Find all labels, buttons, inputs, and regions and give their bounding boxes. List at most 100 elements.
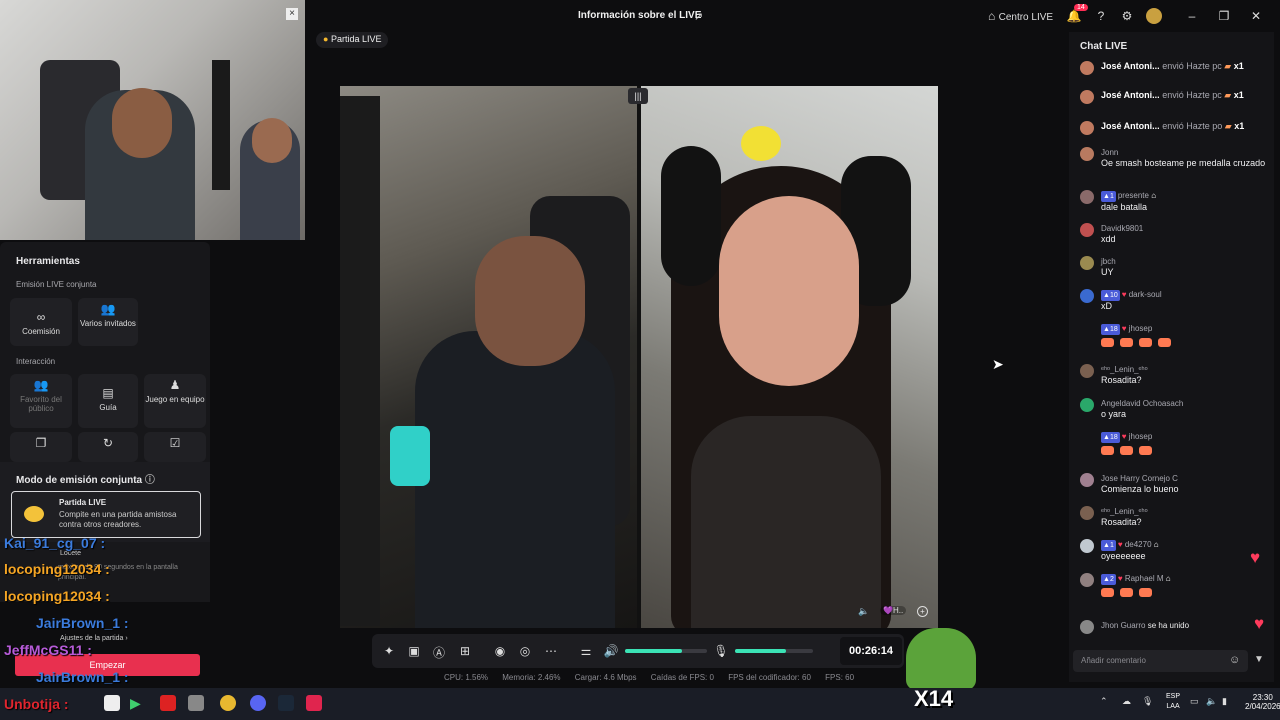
emoji-icon[interactable]: ☺ xyxy=(1229,654,1240,666)
juego-equipo-button[interactable]: ♟ Juego en equipo xyxy=(144,374,206,428)
chat-message[interactable]: ▲10 ♥ dark-soul xD xyxy=(1080,289,1270,312)
favorito-button[interactable]: 👥 Favorito del público xyxy=(10,374,72,428)
section-coemission: Emisión LIVE conjunta xyxy=(16,280,97,289)
settings-sliders-icon[interactable]: ⚌ xyxy=(578,644,594,658)
restore-icon[interactable]: ❐ xyxy=(1216,8,1232,24)
avatar xyxy=(1080,539,1094,553)
sticker-count: X14 xyxy=(914,686,954,711)
tool-more-3[interactable]: ☑ xyxy=(144,432,206,462)
volume-icon[interactable]: 🔊 xyxy=(603,644,619,658)
chat-text: dale batalla xyxy=(1101,202,1148,212)
chat-message[interactable]: Jose Harry Cornejo C Comienza lo bueno xyxy=(1080,473,1270,495)
tool-more-2[interactable]: ↻ xyxy=(78,432,138,462)
modo-heading-text: Modo de emisión conjunta xyxy=(16,475,143,486)
layout-icon[interactable]: ⊞ xyxy=(457,644,473,658)
stat-fps: FPS: 60 xyxy=(825,673,855,682)
partida-live-badge: ● Partida LIVE xyxy=(316,32,389,48)
juego-equipo-label: Juego en equipo xyxy=(145,395,205,404)
share-icon[interactable]: ↗ xyxy=(694,10,703,23)
magic-icon[interactable]: ✦ xyxy=(381,644,397,658)
discord-icon[interactable] xyxy=(250,695,266,711)
chat-message[interactable]: ▲2 ♥ Raphael M ⌂ xyxy=(1080,573,1270,600)
chat-message[interactable]: Angeldavid Ochoasach o yara xyxy=(1080,398,1270,420)
mic-tray-icon[interactable]: 🎙 xyxy=(1142,696,1153,707)
volume-fill xyxy=(625,649,683,653)
avatar xyxy=(1080,256,1094,270)
ajustes-link[interactable]: Ajustes de la partida › xyxy=(60,635,128,642)
window-title[interactable]: Información sobre el LIVE xyxy=(578,10,701,21)
partida-desc: Compite en una partida amistosa contra o… xyxy=(59,510,177,529)
tiktok-live-icon[interactable] xyxy=(306,695,322,711)
chat-message[interactable]: ᵉʰᵒ_Lenin_ᵉʰᵒ Rosadita? xyxy=(1080,506,1270,528)
close-window-icon[interactable]: ✕ xyxy=(1248,8,1264,24)
overlay-name-6: JairBrown_1 : xyxy=(36,669,129,685)
house-icon: ⌂ xyxy=(1153,540,1159,549)
audio-bars-icon[interactable]: ||| xyxy=(628,88,648,104)
camera-icon[interactable]: ◎ xyxy=(517,644,533,658)
varios-invitados-label: Varios invitados xyxy=(80,319,136,328)
steam-icon[interactable] xyxy=(278,695,294,711)
app-icon[interactable] xyxy=(160,695,176,711)
chat-message[interactable]: ▲1 ♥ de4270 ⌂ oyeeeeeee xyxy=(1080,539,1270,562)
guest-tag[interactable]: 💜H.. xyxy=(880,606,907,615)
app-icon[interactable] xyxy=(188,695,204,711)
guia-label: Guía xyxy=(99,403,117,412)
play-icon[interactable]: ▶ xyxy=(130,695,146,711)
tool-more-1[interactable]: ❐ xyxy=(10,432,72,462)
gift-action: envió Hazte pc xyxy=(1162,90,1222,100)
clock-date: 2/04/2026 xyxy=(1245,702,1280,711)
centro-live-button[interactable]: ⌂ Centro LIVE xyxy=(988,8,1053,24)
stat-encoder-fps: FPS del codificador: 60 xyxy=(728,673,811,682)
chat-message[interactable]: ▲18 ♥ jhosep xyxy=(1080,323,1270,350)
info-icon[interactable]: ⓘ xyxy=(145,475,155,486)
language-indicator[interactable]: ESP LAA xyxy=(1166,692,1180,712)
chat-message[interactable]: ▲18 ♥ jhosep xyxy=(1080,431,1270,458)
effects-icon[interactable]: ▣ xyxy=(406,644,422,658)
battery-icon[interactable]: ▮ xyxy=(1222,696,1227,707)
level-value: 1 xyxy=(1109,193,1114,200)
tray-chevron-icon[interactable]: ⌃ xyxy=(1100,696,1108,707)
app-icon[interactable] xyxy=(104,695,120,711)
overlay-name-2: locoping12034 : xyxy=(4,561,110,577)
chat-message[interactable]: Jonn Oe smash bosteame pe medalla cruzado xyxy=(1080,147,1270,169)
guia-button[interactable]: ▤ Guía xyxy=(78,374,138,428)
clock[interactable]: 23:30 2/04/2026 xyxy=(1245,693,1280,711)
help-icon[interactable]: ? xyxy=(1093,8,1109,24)
clock-time: 23:30 xyxy=(1252,693,1273,702)
add-icon[interactable]: + xyxy=(917,606,928,617)
chat-user: Jose Harry Cornejo C xyxy=(1101,474,1178,483)
cloud-icon[interactable]: ☁ xyxy=(1122,696,1131,707)
filter-icon[interactable]: ▼ xyxy=(1254,654,1264,665)
coemision-button[interactable]: ∞ Coemisión xyxy=(10,298,72,346)
chat-message[interactable]: ᵉʰᵒ_Lenin_ᵉʰᵒ Rosadita? xyxy=(1080,364,1270,386)
more-icon[interactable]: ⋯ xyxy=(543,644,559,658)
language-code: ESP xyxy=(1166,693,1181,700)
volume-slider[interactable] xyxy=(625,649,707,653)
minimize-icon[interactable]: – xyxy=(1184,8,1200,24)
partida-live-option[interactable]: Partida LIVE Compite en una partida amis… xyxy=(11,491,201,538)
close-icon[interactable]: × xyxy=(286,8,298,20)
network-icon[interactable]: ▭ xyxy=(1190,696,1199,707)
chat-message[interactable]: ▲1 presente ⌂ dale batalla xyxy=(1080,190,1270,213)
varios-invitados-button[interactable]: 👥 Varios invitados xyxy=(78,298,138,346)
record-icon[interactable]: ◉ xyxy=(492,644,508,658)
speaker-icon[interactable]: 🔈 xyxy=(858,606,869,617)
stat-memory: Memoria: 2.46% xyxy=(502,673,561,682)
mic-slider[interactable] xyxy=(735,649,813,653)
overlay-name-1-text: Kai_91_cg_07 : xyxy=(4,535,106,551)
heart-icon: ♥ xyxy=(1121,324,1127,333)
house-icon: ⌂ xyxy=(1165,574,1171,583)
speaker-tray-icon[interactable]: 🔈 xyxy=(1206,696,1217,707)
gift-action: envió Hazte pc xyxy=(1162,61,1222,71)
comment-input[interactable]: Añadir comentario xyxy=(1073,650,1248,672)
chrome-icon[interactable] xyxy=(220,695,236,711)
chat-message[interactable]: jbch UY xyxy=(1080,256,1270,278)
avatar[interactable] xyxy=(1146,8,1162,24)
avatar xyxy=(1080,473,1094,487)
gear-icon[interactable]: ⚙ xyxy=(1119,8,1135,24)
avatar xyxy=(1080,506,1094,520)
chat-message[interactable]: Davidk9801 xdd xyxy=(1080,223,1270,245)
ai-icon[interactable]: Ⓐ xyxy=(431,644,447,661)
gift-icon: ▰ xyxy=(1224,90,1232,100)
mic-icon[interactable]: 🎙 xyxy=(713,644,729,658)
